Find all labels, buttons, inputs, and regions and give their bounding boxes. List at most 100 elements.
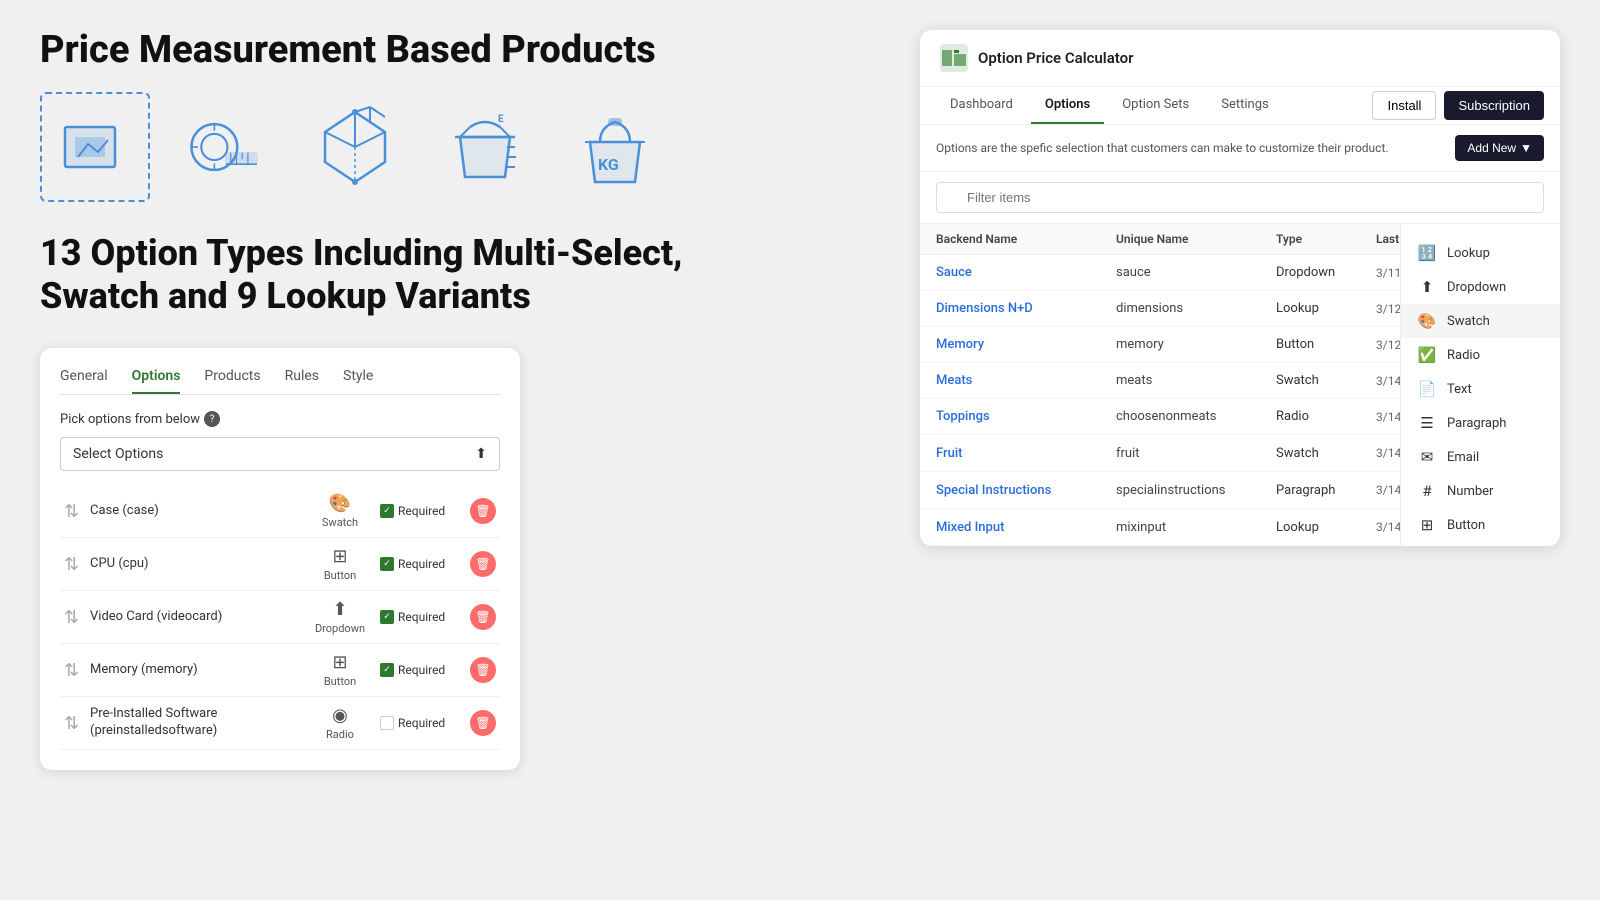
page-title: Price Measurement Based Products (40, 30, 800, 72)
pick-label: Pick options from below ? (60, 411, 500, 427)
left-card: General Options Products Rules Style Pic… (40, 348, 520, 770)
tab-options[interactable]: Options (132, 368, 181, 394)
tab-products[interactable]: Products (204, 368, 260, 394)
cell-unique-name: sauce (1116, 265, 1276, 280)
cell-backend-name[interactable]: Toppings (936, 409, 1116, 424)
icon-weight: KG (560, 92, 670, 202)
dropdown-item-radio[interactable]: ✅ Radio (1401, 338, 1560, 372)
cell-type: Button (1276, 337, 1376, 352)
dropdown-item-button[interactable]: ⊞ Button (1401, 508, 1560, 542)
filter-input[interactable] (936, 182, 1544, 213)
nav-option-sets[interactable]: Option Sets (1108, 87, 1203, 124)
option-row-software: ⇅ Pre-Installed Software (preinstalledso… (60, 697, 500, 750)
nav-settings[interactable]: Settings (1207, 87, 1282, 124)
button-icon: ⊞ (1417, 516, 1437, 534)
required-check[interactable]: Required (380, 716, 460, 730)
drag-handle[interactable]: ⇅ (64, 713, 80, 734)
drag-handle[interactable]: ⇅ (64, 554, 80, 575)
cell-backend-name[interactable]: Dimensions N+D (936, 301, 1116, 316)
checkbox-required[interactable]: ✓ (380, 504, 394, 518)
filter-bar: 🔍 (920, 172, 1560, 224)
cell-backend-name[interactable]: Meats (936, 373, 1116, 388)
icon-blueprint (40, 92, 150, 202)
required-check[interactable]: ✓ Required (380, 663, 460, 677)
required-check[interactable]: ✓ Required (380, 557, 460, 571)
option-name: Case (case) (90, 503, 300, 520)
cell-backend-name[interactable]: Special Instructions (936, 483, 1116, 498)
delete-button[interactable]: 🗑 (470, 498, 496, 524)
option-name: CPU (cpu) (90, 556, 300, 573)
delete-button[interactable]: 🗑 (470, 551, 496, 577)
cell-unique-name: mixinput (1116, 520, 1276, 535)
description-text: Options are the spefic selection that cu… (936, 141, 1389, 155)
drag-handle[interactable]: ⇅ (64, 607, 80, 628)
drag-handle[interactable]: ⇅ (64, 660, 80, 681)
cell-type: Dropdown (1276, 265, 1376, 280)
cell-unique-name: meats (1116, 373, 1276, 388)
dropdown-item-text[interactable]: 📄 Text (1401, 372, 1560, 406)
nav-options[interactable]: Options (1031, 87, 1104, 124)
checkbox-required[interactable]: ✓ (380, 610, 394, 624)
dropdown-item-email[interactable]: ✉ Email (1401, 440, 1560, 474)
nav-dashboard[interactable]: Dashboard (936, 87, 1027, 124)
help-icon: ? (204, 411, 220, 427)
cell-unique-name: choosenonmeats (1116, 409, 1276, 424)
app-title: Option Price Calculator (978, 49, 1134, 67)
delete-button[interactable]: 🗑 (470, 657, 496, 683)
delete-button[interactable]: 🗑 (470, 604, 496, 630)
cell-unique-name: dimensions (1116, 301, 1276, 316)
cell-type: Lookup (1276, 520, 1376, 535)
cell-type: Radio (1276, 409, 1376, 424)
cell-unique-name: specialinstructions (1116, 483, 1276, 498)
svg-text:E: E (498, 114, 504, 125)
delete-button[interactable]: 🗑 (470, 710, 496, 736)
cell-backend-name[interactable]: Sauce (936, 265, 1116, 280)
cell-unique-name: fruit (1116, 446, 1276, 461)
required-check[interactable]: ✓ Required (380, 504, 460, 518)
dropdown-item-paragraph[interactable]: ☰ Paragraph (1401, 406, 1560, 440)
cell-backend-name[interactable]: Fruit (936, 446, 1116, 461)
swatch-icon: 🎨 (1417, 312, 1437, 330)
dropdown-item-lookup[interactable]: 🔢 Lookup (1401, 236, 1560, 270)
tab-rules[interactable]: Rules (285, 368, 319, 394)
dropdown-item-number[interactable]: # Number (1401, 474, 1560, 508)
dropdown-item-dropdown[interactable]: ⬆ Dropdown (1401, 270, 1560, 304)
option-type-button: ⊞ Button (310, 652, 370, 688)
install-button[interactable]: Install (1372, 91, 1436, 120)
email-icon: ✉ (1417, 448, 1437, 466)
left-section: Price Measurement Based Products (40, 30, 800, 770)
option-name: Pre-Installed Software (preinstalledsoft… (90, 706, 300, 740)
add-new-button[interactable]: Add New ▼ (1455, 135, 1544, 161)
dropdown-item-instructions[interactable]: ℹ Instructions (1401, 542, 1560, 546)
cell-backend-name[interactable]: Mixed Input (936, 520, 1116, 535)
option-type-button: ⊞ Button (310, 546, 370, 582)
text-icon: 📄 (1417, 380, 1437, 398)
icon-3d-shape (300, 92, 410, 202)
cell-type: Lookup (1276, 301, 1376, 316)
subscription-button[interactable]: Subscription (1444, 91, 1544, 120)
lookup-icon: 🔢 (1417, 244, 1437, 262)
required-check[interactable]: ✓ Required (380, 610, 460, 624)
right-card-header: Option Price Calculator (920, 30, 1560, 87)
right-card-inner: Backend Name Unique Name Type Last Updat… (920, 224, 1560, 546)
select-options-dropdown[interactable]: Select Options ⬆ (60, 437, 500, 471)
checkbox-required[interactable] (380, 716, 394, 730)
checkbox-required[interactable]: ✓ (380, 557, 394, 571)
card-tabs: General Options Products Rules Style (60, 368, 500, 395)
type-dropdown-overlay: 🔢 Lookup ⬆ Dropdown 🎨 Swatch ✅ Radio 📄 T… (1400, 224, 1560, 546)
description-bar: Options are the spefic selection that cu… (920, 125, 1560, 172)
tab-style[interactable]: Style (343, 368, 373, 394)
option-type-radio: ◉ Radio (310, 705, 370, 741)
tab-general[interactable]: General (60, 368, 108, 394)
radio-icon: ✅ (1417, 346, 1437, 364)
nav-bar: Dashboard Options Option Sets Settings I… (920, 87, 1560, 125)
checkbox-required[interactable]: ✓ (380, 663, 394, 677)
dropdown-item-swatch[interactable]: 🎨 Swatch (1401, 304, 1560, 338)
icon-measure-tape (170, 92, 280, 202)
option-name: Memory (memory) (90, 662, 300, 679)
drag-handle[interactable]: ⇅ (64, 501, 80, 522)
subtitle: 13 Option Types Including Multi-Select, … (40, 232, 800, 318)
app-icon (940, 44, 968, 72)
option-type-dropdown: ⬆ Dropdown (310, 599, 370, 635)
cell-backend-name[interactable]: Memory (936, 337, 1116, 352)
